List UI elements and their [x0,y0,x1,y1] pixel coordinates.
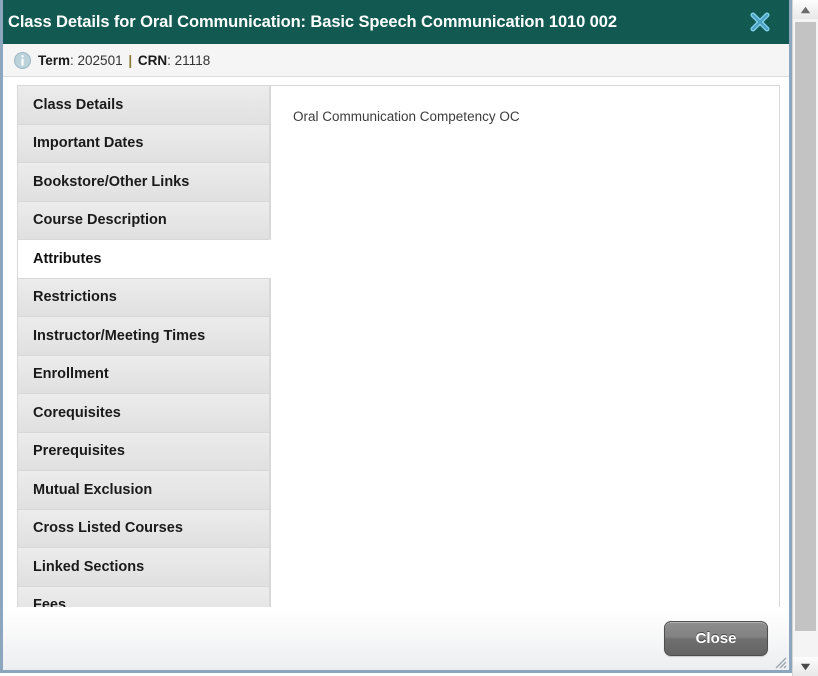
tab-attributes[interactable]: Attributes [17,239,271,278]
tab-label: Enrollment [33,366,109,383]
tab-label: Prerequisites [33,443,125,460]
tab-prerequisites[interactable]: Prerequisites [17,431,270,470]
scroll-up-icon[interactable] [793,0,818,19]
page-scrollbar[interactable] [792,0,818,676]
tab-label: Restrictions [33,289,117,306]
crn-colon: : [167,52,175,68]
crn-value: 21118 [174,52,211,68]
term-label: Term [38,52,71,68]
term-crn-info-bar: Term: 202501 | CRN: 21118 [3,44,789,77]
scrollbar-track[interactable] [793,19,818,657]
dialog-body: Class Details Important Dates Bookstore/Ot… [3,77,789,607]
tab-important-dates[interactable]: Important Dates [17,123,270,162]
tab-mutual-exclusion[interactable]: Mutual Exclusion [17,470,270,509]
tab-cross-listed-courses[interactable]: Cross Listed Courses [17,508,270,547]
tab-label: Fees [33,596,67,607]
tab-restrictions[interactable]: Restrictions [17,277,270,316]
tab-class-details[interactable]: Class Details [17,85,270,124]
tab-label: Important Dates [33,135,144,152]
resize-grip-icon[interactable] [771,653,787,669]
tab-content-panel: Oral Communication Competency OC [270,85,780,607]
term-colon: : [70,52,78,68]
attributes-content: Oral Communication Competency OC [293,108,779,126]
tab-label: Bookstore/Other Links [33,173,190,190]
term-crn-text: Term: 202501 | CRN: 21118 [38,53,210,68]
tab-list: Class Details Important Dates Bookstore/Ot… [17,85,271,607]
crn-label: CRN [137,52,168,68]
info-separator: | [128,52,133,68]
close-icon[interactable] [745,7,775,37]
tab-label: Linked Sections [33,558,145,575]
tab-panel-wrapper: Class Details Important Dates Bookstore/Ot… [17,85,780,607]
attribute-line: Oral Communication Competency OC [293,109,520,124]
tab-bookstore-other-links[interactable]: Bookstore/Other Links [17,162,270,201]
close-button[interactable]: Close [664,621,768,656]
tab-course-description[interactable]: Course Description [17,200,270,239]
tab-corequisites[interactable]: Corequisites [17,393,270,432]
dialog-title: Class Details for Oral Communication: Ba… [8,13,617,31]
page-root: Class Details for Oral Communication: Ba… [0,0,818,676]
tab-label: Class Details [33,96,124,113]
scrollbar-thumb[interactable] [795,22,816,631]
tab-fees[interactable]: Fees [17,585,270,607]
scroll-down-icon[interactable] [793,657,818,676]
dialog-footer: Close [3,607,789,670]
info-icon [14,51,31,69]
tab-linked-sections[interactable]: Linked Sections [17,547,270,586]
tab-label: Attributes [33,250,102,267]
tab-label: Cross Listed Courses [33,520,183,537]
term-value: 202501 [77,52,123,68]
class-details-dialog: Class Details for Oral Communication: Ba… [0,0,792,673]
tab-label: Mutual Exclusion [33,481,153,498]
tab-label: Course Description [33,212,167,229]
tab-instructor-meeting-times[interactable]: Instructor/Meeting Times [17,316,270,355]
dialog-title-bar: Class Details for Oral Communication: Ba… [3,0,789,44]
tab-label: Instructor/Meeting Times [33,327,206,344]
tab-label: Corequisites [33,404,121,421]
tab-enrollment[interactable]: Enrollment [17,354,270,393]
